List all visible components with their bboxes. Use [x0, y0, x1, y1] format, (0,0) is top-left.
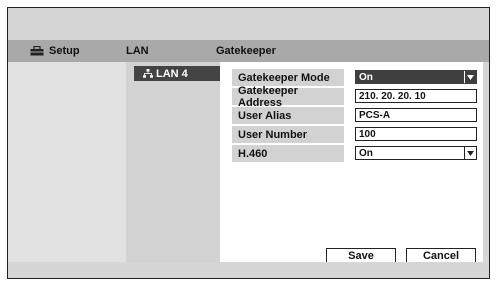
header-setup[interactable]: Setup — [30, 45, 80, 57]
header-gatekeeper[interactable]: Gatekeeper — [216, 45, 276, 57]
gatekeeper-form: Gatekeeper Mode On Gatekeeper Address 21… — [220, 62, 483, 264]
h460-select[interactable]: On — [355, 146, 477, 160]
gatekeeper-address-input[interactable]: 210. 20. 20. 10 — [355, 89, 477, 103]
gatekeeper-mode-select[interactable]: On — [355, 70, 477, 84]
row-user-number: User Number 100 — [232, 126, 477, 143]
dropdown-arrow-icon[interactable] — [464, 71, 476, 83]
gatekeeper-mode-value: On — [359, 71, 373, 83]
row-gatekeeper-address: Gatekeeper Address 210. 20. 20. 10 — [232, 85, 477, 109]
lan-list-item-label: LAN 4 — [156, 67, 188, 80]
header-lan-label: LAN — [126, 45, 149, 57]
header-gatekeeper-label: Gatekeeper — [216, 45, 276, 57]
user-number-label: User Number — [232, 126, 344, 143]
lan-list-item-selected[interactable]: LAN 4 — [134, 66, 220, 81]
left-panel — [8, 62, 126, 262]
user-alias-input[interactable]: PCS-A — [355, 108, 477, 122]
row-h460: H.460 On — [232, 145, 477, 162]
menu-header: Setup LAN Gatekeeper — [8, 40, 489, 62]
header-setup-label: Setup — [49, 45, 80, 57]
lan-list-panel: LAN 4 — [126, 62, 220, 262]
gatekeeper-mode-label: Gatekeeper Mode — [232, 69, 344, 86]
toolbox-icon — [30, 46, 44, 56]
h460-value: On — [359, 147, 373, 159]
user-number-input[interactable]: 100 — [355, 127, 477, 141]
screen: Setup LAN Gatekeeper LAN 4 Gatekeeper Mo… — [7, 7, 490, 279]
bottom-bar — [8, 262, 489, 278]
dropdown-arrow-icon[interactable] — [464, 147, 476, 159]
network-icon — [143, 69, 153, 78]
row-user-alias: User Alias PCS-A — [232, 107, 477, 124]
user-number-value: 100 — [359, 128, 376, 140]
h460-label: H.460 — [232, 145, 344, 162]
header-lan[interactable]: LAN — [126, 45, 149, 57]
user-alias-value: PCS-A — [359, 109, 391, 121]
gatekeeper-address-value: 210. 20. 20. 10 — [359, 90, 426, 102]
user-alias-label: User Alias — [232, 107, 344, 124]
top-bar — [8, 8, 489, 40]
row-gatekeeper-mode: Gatekeeper Mode On — [232, 69, 477, 86]
gatekeeper-address-label: Gatekeeper Address — [232, 85, 344, 109]
